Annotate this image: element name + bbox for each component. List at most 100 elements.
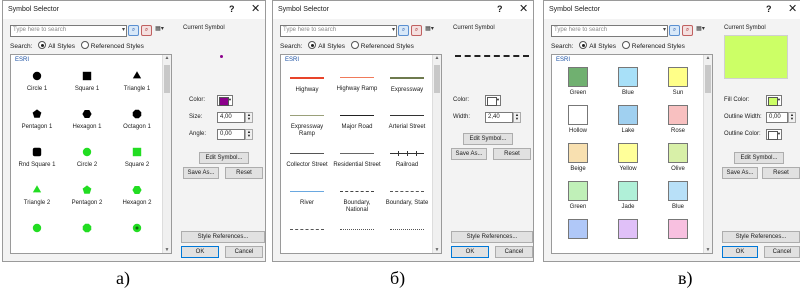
close-icon[interactable]: ✕ xyxy=(788,2,797,15)
symbol-item[interactable] xyxy=(113,219,161,238)
reset-button[interactable]: Reset xyxy=(493,148,531,160)
referenced-styles-radio[interactable] xyxy=(80,41,89,49)
clear-search-icon[interactable]: ⌕ xyxy=(682,25,693,36)
symbol-item[interactable]: Major Road xyxy=(333,105,381,131)
style-references-button[interactable]: Style References... xyxy=(451,231,533,243)
vertical-scrollbar[interactable]: ▲ ▼ xyxy=(432,55,441,253)
help-icon[interactable]: ? xyxy=(229,4,235,14)
cancel-button[interactable]: Cancel xyxy=(225,246,263,258)
ok-button[interactable]: OK xyxy=(181,246,219,258)
scroll-up-icon[interactable]: ▲ xyxy=(433,55,441,61)
color-picker[interactable]: ▼ xyxy=(485,95,501,106)
reset-button[interactable]: Reset xyxy=(225,167,263,179)
reset-button[interactable]: Reset xyxy=(762,167,800,179)
symbol-item[interactable]: Yellow xyxy=(604,143,652,173)
symbol-item[interactable]: Boundary, National xyxy=(333,181,381,214)
search-icon[interactable]: ⌕ xyxy=(669,25,680,36)
save-as-button[interactable]: Save As... xyxy=(451,148,487,160)
symbol-item[interactable]: Blue xyxy=(604,67,652,97)
chevron-down-icon[interactable]: ▾ xyxy=(392,26,395,33)
cancel-button[interactable]: Cancel xyxy=(764,246,800,258)
symbol-item[interactable]: Jade xyxy=(604,181,652,211)
scroll-down-icon[interactable]: ▼ xyxy=(163,247,171,253)
symbol-item[interactable]: Sun xyxy=(654,67,702,97)
clear-search-icon[interactable]: ⌕ xyxy=(411,25,422,36)
symbol-item[interactable]: Lake xyxy=(604,105,652,135)
symbol-item[interactable] xyxy=(604,219,652,242)
symbol-list[interactable]: ESRI Highway Highway Ramp Expressway Expres… xyxy=(280,54,442,254)
ok-button[interactable]: OK xyxy=(451,246,489,258)
chevron-down-icon[interactable]: ▾ xyxy=(663,26,666,33)
style-references-button[interactable]: Style References... xyxy=(722,231,800,243)
symbol-item[interactable] xyxy=(63,219,111,238)
symbol-item[interactable]: Expressway Ramp xyxy=(283,105,331,138)
referenced-styles-radio[interactable] xyxy=(621,41,630,49)
symbol-item[interactable]: Arterial Street xyxy=(383,105,431,131)
symbol-item[interactable]: Residential Street xyxy=(333,143,381,169)
symbol-list[interactable]: ESRI Circle 1 Square 1 Triangle 1 Pentagon … xyxy=(10,54,172,254)
symbol-item[interactable]: Pentagon 1 xyxy=(13,105,61,131)
symbol-item[interactable]: Collector Street xyxy=(283,143,331,169)
width-spinner[interactable]: ▲ ▼ xyxy=(513,112,521,123)
symbol-item[interactable]: Hollow xyxy=(554,105,602,135)
angle-input[interactable]: 0,00 xyxy=(217,129,245,140)
scroll-up-icon[interactable]: ▲ xyxy=(163,55,171,61)
symbol-item[interactable]: Blue xyxy=(654,181,702,211)
symbol-item[interactable]: Circle 2 xyxy=(63,143,111,169)
size-input[interactable]: 4,00 xyxy=(217,112,245,123)
symbol-item[interactable]: Railroad xyxy=(383,143,431,169)
symbol-item[interactable]: Pentagon 2 xyxy=(63,181,111,207)
close-icon[interactable]: ✕ xyxy=(519,2,528,15)
symbol-item[interactable]: Rnd Square 1 xyxy=(13,143,61,169)
symbol-item[interactable]: Octagon 1 xyxy=(113,105,161,131)
symbol-item[interactable]: Circle 1 xyxy=(13,67,61,93)
symbol-item[interactable]: Square 1 xyxy=(63,67,111,93)
search-input[interactable]: Type here to search ▾ xyxy=(280,25,397,37)
symbol-item[interactable] xyxy=(654,219,702,242)
symbol-item[interactable] xyxy=(333,219,381,238)
all-styles-radio[interactable] xyxy=(579,41,588,49)
search-input[interactable]: Type here to search ▾ xyxy=(10,25,127,37)
symbol-item[interactable]: Expressway xyxy=(383,67,431,94)
outline-color-picker[interactable]: ▼ xyxy=(766,129,782,140)
scroll-down-icon[interactable]: ▼ xyxy=(433,247,441,253)
close-icon[interactable]: ✕ xyxy=(251,2,260,15)
symbol-item[interactable]: Triangle 1 xyxy=(113,67,161,93)
symbol-item[interactable]: Hexagon 1 xyxy=(63,105,111,131)
edit-symbol-button[interactable]: Edit Symbol... xyxy=(199,152,249,164)
referenced-styles-radio[interactable] xyxy=(350,41,359,49)
symbol-item[interactable] xyxy=(383,219,431,238)
outline-width-input[interactable]: 0,00 xyxy=(766,112,788,123)
search-input[interactable]: Type here to search ▾ xyxy=(551,25,668,37)
outline-width-spinner[interactable]: ▲ ▼ xyxy=(788,112,796,123)
symbol-item[interactable]: River xyxy=(283,181,331,207)
search-icon[interactable]: ⌕ xyxy=(128,25,139,36)
symbol-item[interactable]: Boundary, State xyxy=(383,181,431,207)
fill-color-picker[interactable]: ▼ xyxy=(766,95,782,106)
all-styles-radio[interactable] xyxy=(38,41,47,49)
symbol-item[interactable]: Green xyxy=(554,181,602,211)
ok-button[interactable]: OK xyxy=(722,246,758,258)
symbol-item[interactable]: Olive xyxy=(654,143,702,173)
scroll-thumb[interactable] xyxy=(434,65,440,93)
view-options-icon[interactable]: ▦▾ xyxy=(425,25,434,34)
symbol-item[interactable]: Green xyxy=(554,67,602,97)
search-icon[interactable]: ⌕ xyxy=(398,25,409,36)
symbol-item[interactable]: Rose xyxy=(654,105,702,135)
all-styles-radio[interactable] xyxy=(308,41,317,49)
scroll-thumb[interactable] xyxy=(705,65,711,93)
color-picker[interactable]: ▼ xyxy=(217,95,233,106)
symbol-item[interactable]: Triangle 2 xyxy=(13,181,61,207)
symbol-item[interactable] xyxy=(283,219,331,238)
symbol-item[interactable]: Highway xyxy=(283,67,331,94)
help-icon[interactable]: ? xyxy=(766,4,772,14)
vertical-scrollbar[interactable]: ▲ ▼ xyxy=(703,55,712,253)
edit-symbol-button[interactable]: Edit Symbol... xyxy=(463,133,513,145)
size-spinner[interactable]: ▲ ▼ xyxy=(245,112,253,123)
symbol-list[interactable]: ESRI Green Blue Sun Hollow Lake Rose Beige Yell… xyxy=(551,54,713,254)
symbol-item[interactable]: Highway Ramp xyxy=(333,67,381,93)
symbol-item[interactable]: Hexagon 2 xyxy=(113,181,161,207)
scroll-down-icon[interactable]: ▼ xyxy=(704,247,712,253)
cancel-button[interactable]: Cancel xyxy=(495,246,533,258)
symbol-item[interactable]: Square 2 xyxy=(113,143,161,169)
